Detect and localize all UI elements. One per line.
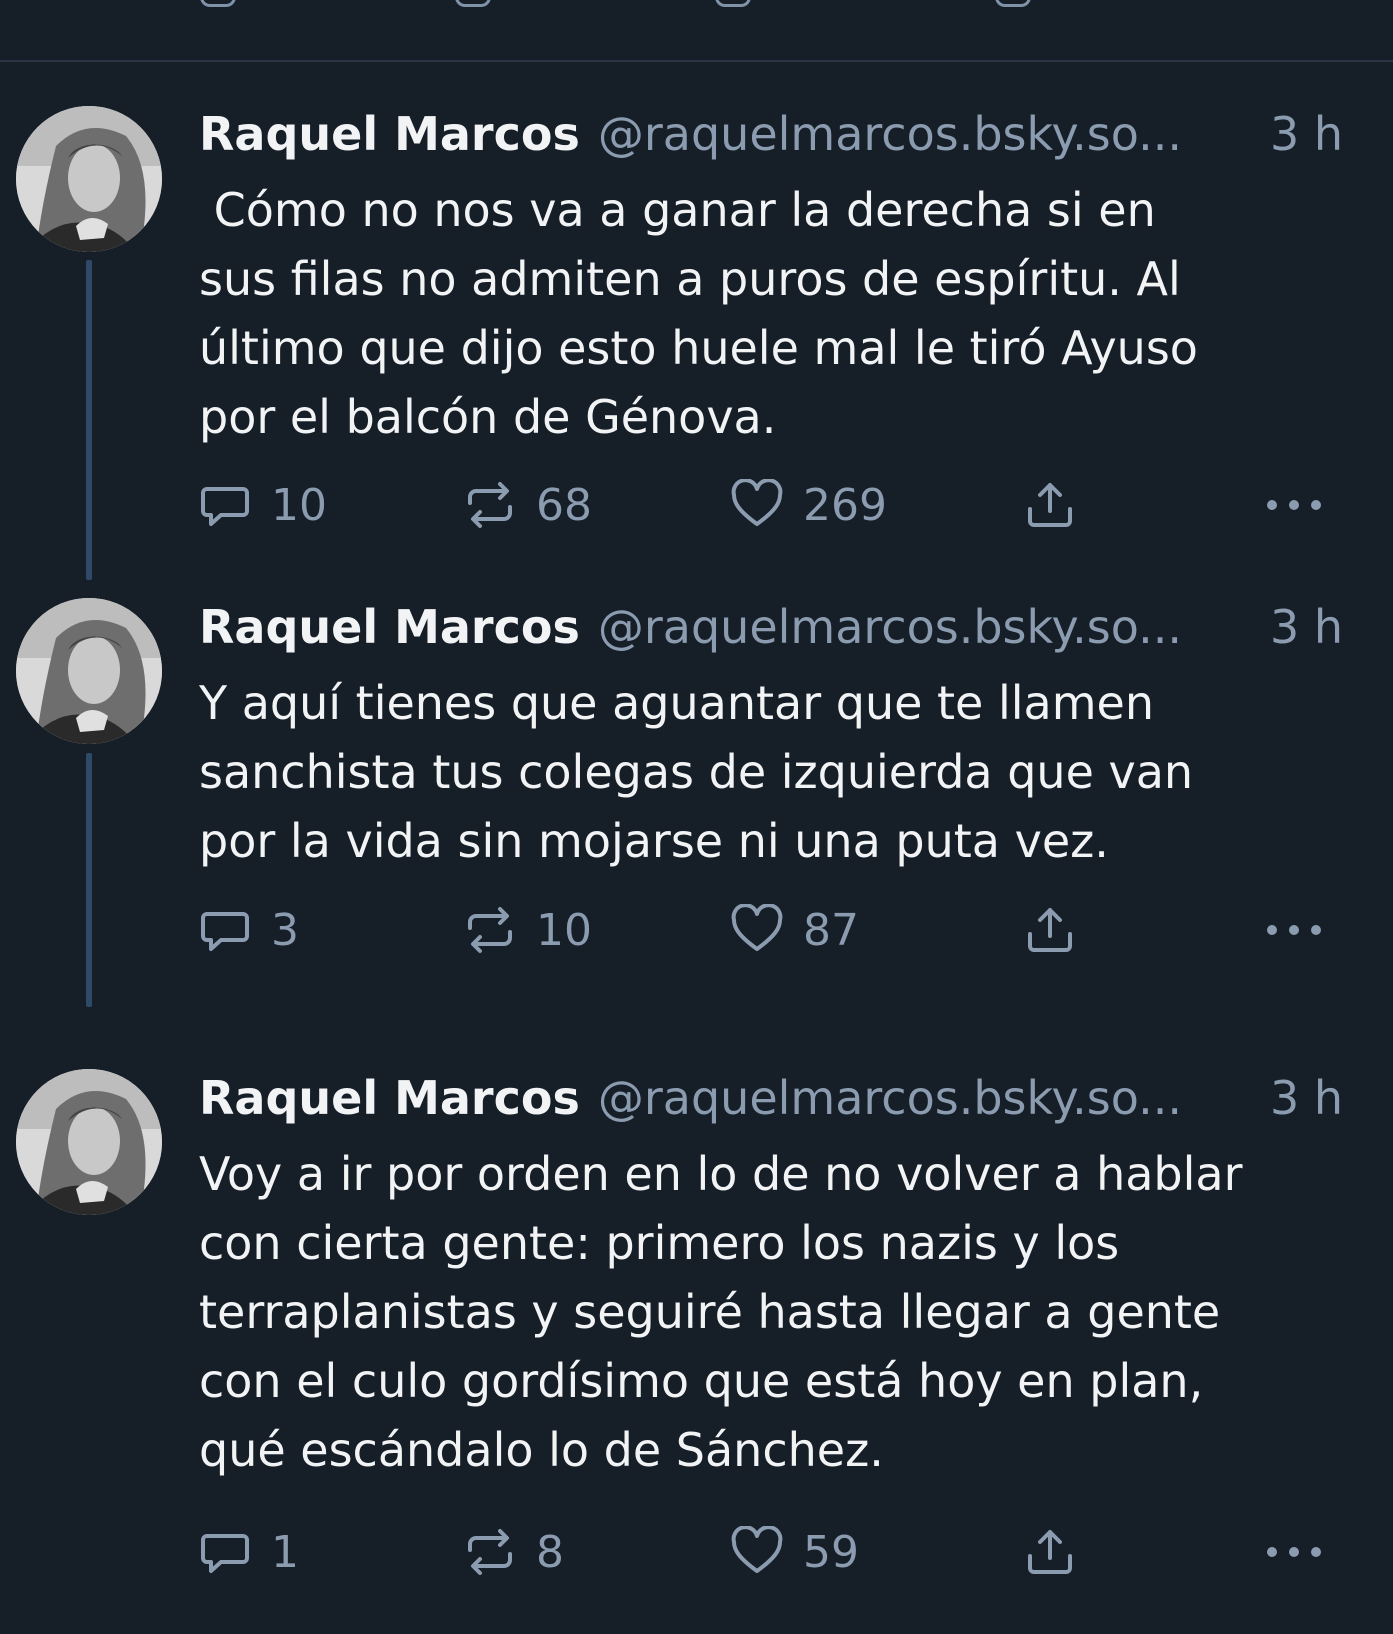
repost-count: 10 [536,904,592,956]
more-button[interactable] [1264,475,1344,535]
reply-count: 10 [271,479,327,531]
like-count: 87 [803,904,859,956]
share-button[interactable] [1024,1522,1096,1582]
share-icon [1028,908,1072,952]
repost-icon[interactable] [455,0,491,7]
share-icon [1028,483,1072,527]
previous-post-actions [0,0,1393,62]
post-actions: 10 68 269 [199,475,1349,535]
repost-count: 8 [536,1526,564,1578]
share-button[interactable] [1024,900,1096,960]
more-icon [1267,925,1321,935]
post-time[interactable]: 3 h [1270,104,1343,164]
like-count: 269 [803,479,887,531]
reply-button[interactable]: 3 [199,900,299,960]
repost-icon [468,907,512,953]
share-icon[interactable] [995,0,1031,7]
repost-icon [468,1529,512,1575]
heart-icon[interactable] [715,0,751,7]
more-button[interactable] [1264,1522,1344,1582]
thread-line [86,753,92,1007]
thread-line [86,260,92,580]
post-header: Raquel Marcos @raquelmarcos.bsky.so... 3… [199,104,1343,164]
author-handle[interactable]: @raquelmarcos.bsky.so... [598,104,1254,164]
post-actions: 1 8 59 [199,1522,1349,1582]
author-handle[interactable]: @raquelmarcos.bsky.so... [598,1068,1254,1128]
repost-button[interactable]: 68 [464,475,592,535]
post-actions: 3 10 87 [199,900,1349,960]
like-button[interactable]: 87 [731,900,859,960]
reply-icon [201,487,249,526]
author-name[interactable]: Raquel Marcos [199,104,580,164]
heart-icon [731,479,783,526]
avatar[interactable] [16,106,162,252]
feed-divider [0,60,1393,62]
avatar[interactable] [16,598,162,744]
more-icon [1267,500,1321,510]
post-header: Raquel Marcos @raquelmarcos.bsky.so... 3… [199,597,1343,657]
author-handle[interactable]: @raquelmarcos.bsky.so... [598,597,1254,657]
heart-icon [731,904,783,951]
share-button[interactable] [1024,475,1096,535]
post-text: Voy a ir por orden en lo de no volver a … [199,1147,1243,1477]
repost-button[interactable]: 10 [464,900,592,960]
reply-button[interactable]: 10 [199,475,327,535]
author-name[interactable]: Raquel Marcos [199,1068,580,1128]
reply-count: 1 [271,1526,299,1578]
like-button[interactable]: 269 [731,475,887,535]
reply-icon [201,912,249,951]
post-text: Y aquí tienes que aguantar que te llamen… [199,676,1194,868]
share-icon [1028,1530,1072,1574]
author-name[interactable]: Raquel Marcos [199,597,580,657]
repost-button[interactable]: 8 [464,1522,564,1582]
avatar[interactable] [16,1069,162,1215]
repost-count: 68 [536,479,592,531]
more-icon [1267,1547,1321,1557]
like-count: 59 [803,1526,859,1578]
reply-icon [201,1534,249,1573]
heart-icon [731,1526,783,1573]
reply-count: 3 [271,904,299,956]
more-button[interactable] [1264,900,1344,960]
like-button[interactable]: 59 [731,1522,859,1582]
post-time[interactable]: 3 h [1270,597,1343,657]
repost-icon [468,482,512,528]
post-header: Raquel Marcos @raquelmarcos.bsky.so... 3… [199,1068,1343,1128]
post-time[interactable]: 3 h [1270,1068,1343,1128]
post-text: Cómo no nos va a ganar la derecha si en … [199,183,1198,444]
reply-icon[interactable] [200,0,236,7]
reply-button[interactable]: 1 [199,1522,299,1582]
